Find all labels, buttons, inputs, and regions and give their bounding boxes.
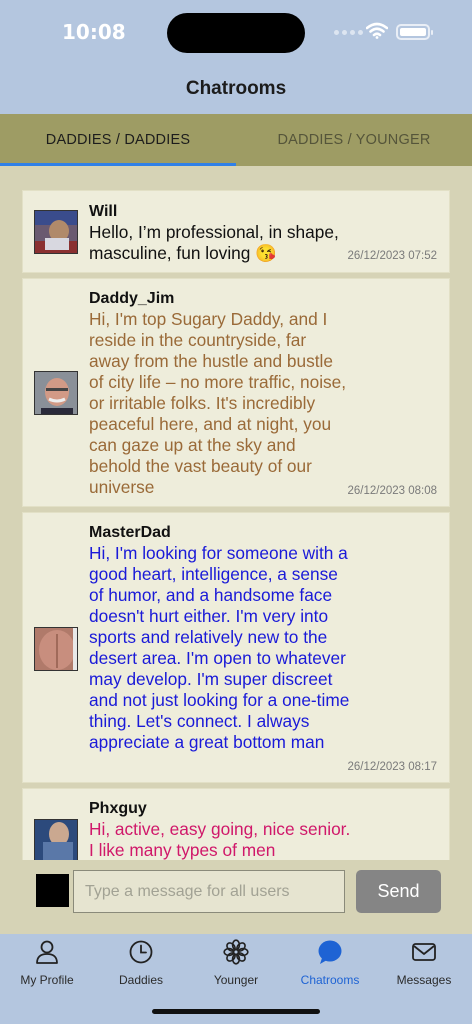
message-item: MasterDad Hi, I'm looking for someone wi… (22, 512, 450, 783)
flower-icon (223, 939, 249, 965)
message-sender[interactable]: MasterDad (89, 524, 171, 542)
page-title: Chatrooms (185, 78, 287, 99)
tab-chatrooms[interactable]: Chatrooms (283, 934, 377, 996)
message-timestamp: 26/12/2023 07:52 (347, 250, 437, 262)
avatar[interactable] (34, 627, 78, 671)
person-icon (36, 940, 58, 964)
cellular-signal-icon (334, 30, 363, 35)
avatar[interactable] (34, 819, 78, 860)
tab-younger[interactable]: Younger (189, 934, 283, 996)
message-sender[interactable]: Will (89, 203, 117, 221)
tab-label: Younger (213, 973, 259, 987)
tab-label: Daddies (118, 973, 164, 987)
tab-label: Messages (396, 973, 452, 987)
message-list[interactable]: Will Hello, I’m professional, in shape, … (22, 190, 450, 860)
tab-label: Chatrooms (300, 973, 360, 987)
avatar[interactable] (34, 371, 78, 415)
tab-messages[interactable]: Messages (377, 934, 471, 996)
status-time: 10:08 (62, 20, 126, 44)
tab-daddies[interactable]: Daddies (94, 934, 188, 996)
home-indicator (152, 1009, 320, 1014)
message-text: Hello, I’m professional, in shape, mascu… (89, 222, 339, 263)
message-item: Will Hello, I’m professional, in shape, … (22, 190, 450, 273)
message-text: Hi, active, easy going, nice senior. I l… (89, 819, 351, 860)
wifi-icon (366, 22, 388, 39)
message-text: Hi, I'm top Sugary Daddy, and I reside i… (89, 309, 347, 497)
message-item: Daddy_Jim Hi, I'm top Sugary Daddy, and … (22, 278, 450, 507)
tab-daddies-daddies[interactable]: DADDIES / DADDIES (0, 114, 236, 166)
dynamic-island (167, 13, 305, 53)
clock-icon (129, 940, 153, 964)
status-bar: 10:08 (0, 0, 472, 64)
message-text: Hi, I'm looking for someone with a good … (89, 543, 350, 752)
envelope-icon (412, 943, 436, 961)
message-item: Phxguy Hi, active, easy going, nice seni… (22, 788, 450, 860)
tab-daddies-younger[interactable]: DADDIES / YOUNGER (236, 114, 472, 166)
message-composer: Send (0, 860, 472, 934)
send-button[interactable]: Send (356, 870, 441, 913)
chatroom-tabs: DADDIES / DADDIES DADDIES / YOUNGER (0, 114, 472, 166)
message-sender[interactable]: Phxguy (89, 800, 147, 818)
tab-label: My Profile (20, 973, 74, 987)
avatar[interactable] (34, 210, 78, 254)
text-color-swatch[interactable] (36, 874, 69, 907)
battery-icon (396, 24, 433, 40)
message-input[interactable] (73, 870, 345, 913)
message-sender[interactable]: Daddy_Jim (89, 290, 174, 308)
message-timestamp: 26/12/2023 08:08 (347, 485, 437, 497)
chat-area: Will Hello, I’m professional, in shape, … (0, 166, 472, 934)
chat-bubble-icon (318, 940, 342, 964)
tab-my-profile[interactable]: My Profile (0, 934, 94, 996)
message-timestamp: 26/12/2023 08:17 (347, 761, 437, 773)
